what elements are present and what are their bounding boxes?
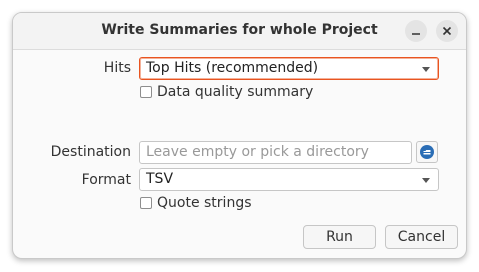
hits-select-value: Top Hits (recommended)	[146, 60, 319, 76]
destination-input[interactable]: Leave empty or pick a directory	[139, 141, 412, 164]
quote-strings-checkbox-row[interactable]: Quote strings	[140, 195, 252, 211]
data-quality-checkbox[interactable]	[140, 86, 152, 98]
minimize-button[interactable]	[405, 20, 427, 42]
hits-select[interactable]: Top Hits (recommended)	[139, 57, 439, 80]
close-button[interactable]	[436, 20, 458, 42]
dialog-title: Write Summaries for whole Project	[101, 22, 378, 38]
title-bar: Write Summaries for whole Project	[13, 13, 466, 50]
destination-label: Destination	[50, 144, 131, 160]
quote-strings-checkbox[interactable]	[140, 197, 152, 209]
close-icon	[442, 26, 452, 36]
chevron-down-icon	[422, 67, 430, 72]
pick-directory-button[interactable]	[416, 141, 438, 163]
cancel-button[interactable]: Cancel	[385, 225, 458, 249]
format-label: Format	[81, 172, 131, 188]
minimize-icon	[412, 33, 420, 35]
data-quality-checkbox-row[interactable]: Data quality summary	[140, 84, 313, 100]
chevron-down-icon	[422, 178, 430, 183]
write-summaries-dialog: Write Summaries for whole Project Hits T…	[12, 12, 467, 259]
data-quality-label: Data quality summary	[157, 84, 314, 100]
run-button[interactable]: Run	[303, 225, 376, 249]
destination-placeholder: Leave empty or pick a directory	[146, 144, 369, 160]
folder-picker-icon	[420, 145, 434, 159]
format-select-value: TSV	[146, 171, 174, 187]
hits-label: Hits	[103, 60, 131, 76]
format-select[interactable]: TSV	[139, 168, 439, 191]
quote-strings-label: Quote strings	[157, 195, 252, 211]
